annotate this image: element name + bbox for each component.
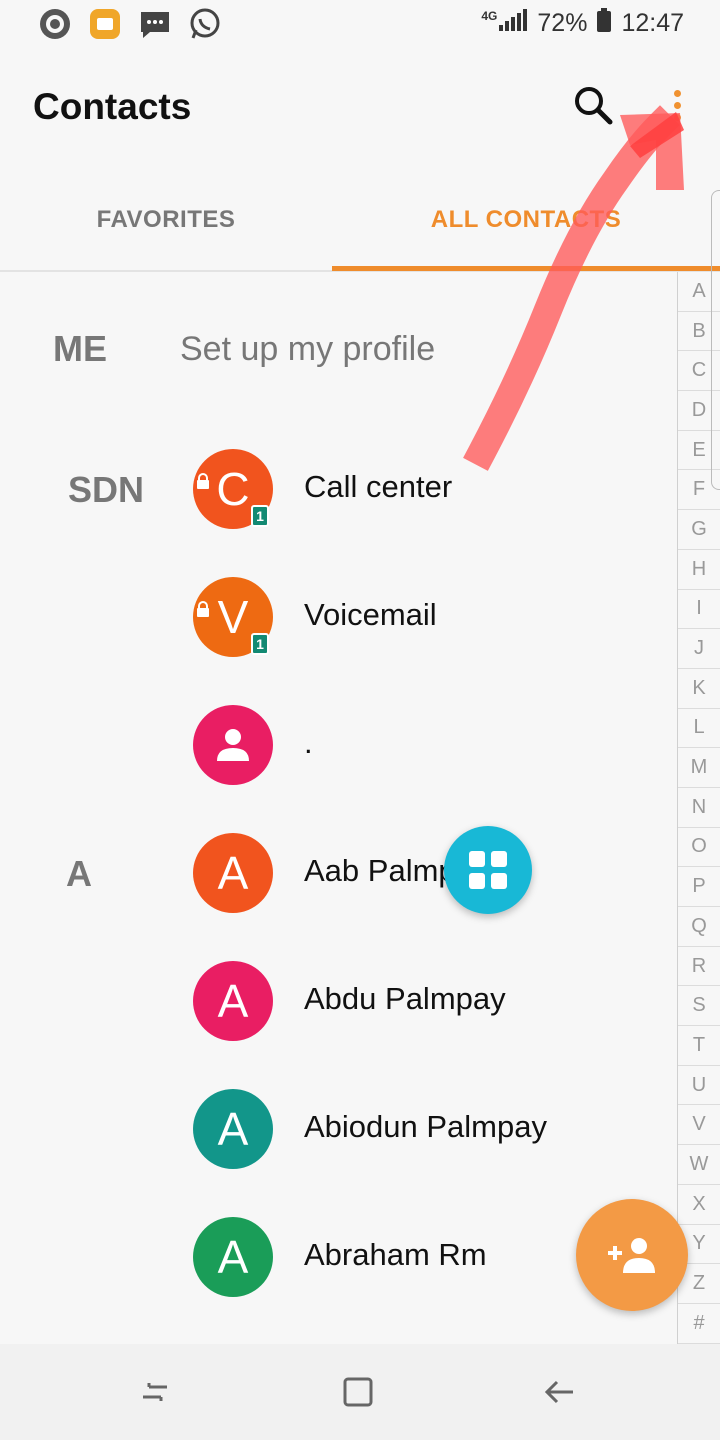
contact-row[interactable]: . (0, 681, 676, 809)
battery-icon (597, 8, 612, 39)
index-letter[interactable]: X (678, 1185, 720, 1225)
avatar: C 1 (193, 449, 273, 529)
avatar: A (193, 1217, 273, 1297)
setup-profile-text: Set up my profile (180, 330, 436, 368)
section-header: SDN (68, 469, 145, 510)
index-letter[interactable]: Q (678, 907, 720, 947)
more-vert-dot (673, 101, 681, 109)
contact-name: Voicemail (304, 597, 437, 632)
avatar (193, 705, 273, 785)
recents-button[interactable] (133, 1372, 177, 1412)
index-letter[interactable]: R (678, 947, 720, 987)
recents-icon (143, 1383, 167, 1401)
search-button[interactable] (570, 82, 618, 130)
avatar-initial: C (216, 463, 250, 515)
contact-row[interactable]: A Abdu Palmpay (0, 937, 676, 1065)
tab-bar: FAVORITES ALL CONTACTS (0, 170, 720, 272)
avatar: A (193, 1089, 273, 1169)
system-status: 4G 72% 12:47 (481, 8, 684, 39)
index-letter[interactable]: L (678, 709, 720, 749)
browser-app-icon (38, 7, 72, 41)
back-button[interactable] (538, 1372, 582, 1412)
home-icon (343, 1377, 373, 1407)
person-icon (217, 729, 249, 761)
index-letter[interactable]: H (678, 550, 720, 590)
tab-favorites[interactable]: FAVORITES (0, 170, 332, 270)
index-letter[interactable]: M (678, 748, 720, 788)
active-tab-indicator (332, 266, 720, 271)
contact-row[interactable]: V 1 Voicemail (0, 553, 676, 681)
sim-badge: 1 (251, 633, 269, 655)
add-contact-button[interactable] (576, 1199, 688, 1311)
status-bar: 4G 72% 12:47 (0, 0, 720, 50)
index-letter[interactable]: N (678, 788, 720, 828)
contact-name: Abiodun Palmpay (304, 1109, 547, 1144)
contact-row[interactable]: A A Aab Palmpay (0, 809, 676, 937)
scroll-handle[interactable] (711, 190, 720, 490)
more-vert-icon (673, 89, 681, 97)
contact-row[interactable]: A Abiodun Palmpay (0, 1065, 676, 1193)
navigation-bar (0, 1344, 720, 1440)
index-letter[interactable]: V (678, 1105, 720, 1146)
me-label: ME (53, 328, 107, 369)
back-arrow-icon (544, 1380, 573, 1404)
index-letter[interactable]: T (678, 1026, 720, 1066)
avatar-initial: A (217, 1103, 249, 1155)
battery-percent: 72% (537, 9, 588, 37)
notification-icons (38, 7, 222, 41)
avatar-initial: A (217, 1231, 249, 1283)
section-header: A (66, 853, 92, 894)
add-person-icon (608, 1238, 655, 1273)
avatar: A (193, 833, 273, 913)
sim-badge: 1 (251, 505, 269, 527)
avatar: A (193, 961, 273, 1041)
index-letter[interactable]: S (678, 986, 720, 1027)
home-button[interactable] (336, 1372, 380, 1412)
tab-all-contacts[interactable]: ALL CONTACTS (332, 170, 720, 270)
network-type: 4G (481, 8, 498, 23)
index-letter[interactable]: G (678, 510, 720, 550)
avatar-initial: A (217, 847, 249, 899)
contact-name: Abraham Rm (304, 1237, 487, 1272)
index-letter[interactable]: # (678, 1304, 720, 1344)
contact-name: Call center (304, 469, 453, 504)
index-letter[interactable]: I (678, 590, 720, 630)
avatar: V 1 (193, 577, 273, 657)
index-letter[interactable]: K (678, 669, 720, 709)
avatar-initial: V (217, 591, 249, 643)
me-profile-row[interactable]: ME Set up my profile (0, 292, 676, 402)
grid-icon (469, 851, 507, 889)
lock-icon (197, 601, 209, 617)
contact-name: . (304, 725, 313, 760)
page-title: Contacts (33, 86, 192, 127)
signal-icon (499, 9, 528, 38)
contact-list[interactable]: ME Set up my profile SDN C 1 Call center… (0, 272, 676, 1344)
app-bar: Contacts (0, 50, 720, 170)
contact-row[interactable]: SDN C 1 Call center (0, 425, 676, 553)
contact-name: Abdu Palmpay (304, 981, 506, 1016)
clock: 12:47 (621, 9, 684, 37)
more-options-button[interactable] (660, 80, 694, 130)
index-letter[interactable]: J (678, 629, 720, 669)
more-vert-dot (673, 113, 681, 121)
lock-icon (197, 473, 209, 489)
index-letter[interactable]: U (678, 1066, 720, 1106)
file-manager-icon (88, 7, 122, 41)
search-icon (575, 87, 613, 125)
index-letter[interactable]: P (678, 867, 720, 907)
index-letter[interactable]: O (678, 828, 720, 868)
whatsapp-icon (188, 7, 222, 41)
floating-grid-button[interactable] (444, 826, 532, 914)
avatar-initial: A (217, 975, 249, 1027)
index-letter[interactable]: W (678, 1145, 720, 1185)
message-icon (138, 7, 172, 41)
contact-row[interactable]: A Abraham Rm (0, 1193, 676, 1321)
